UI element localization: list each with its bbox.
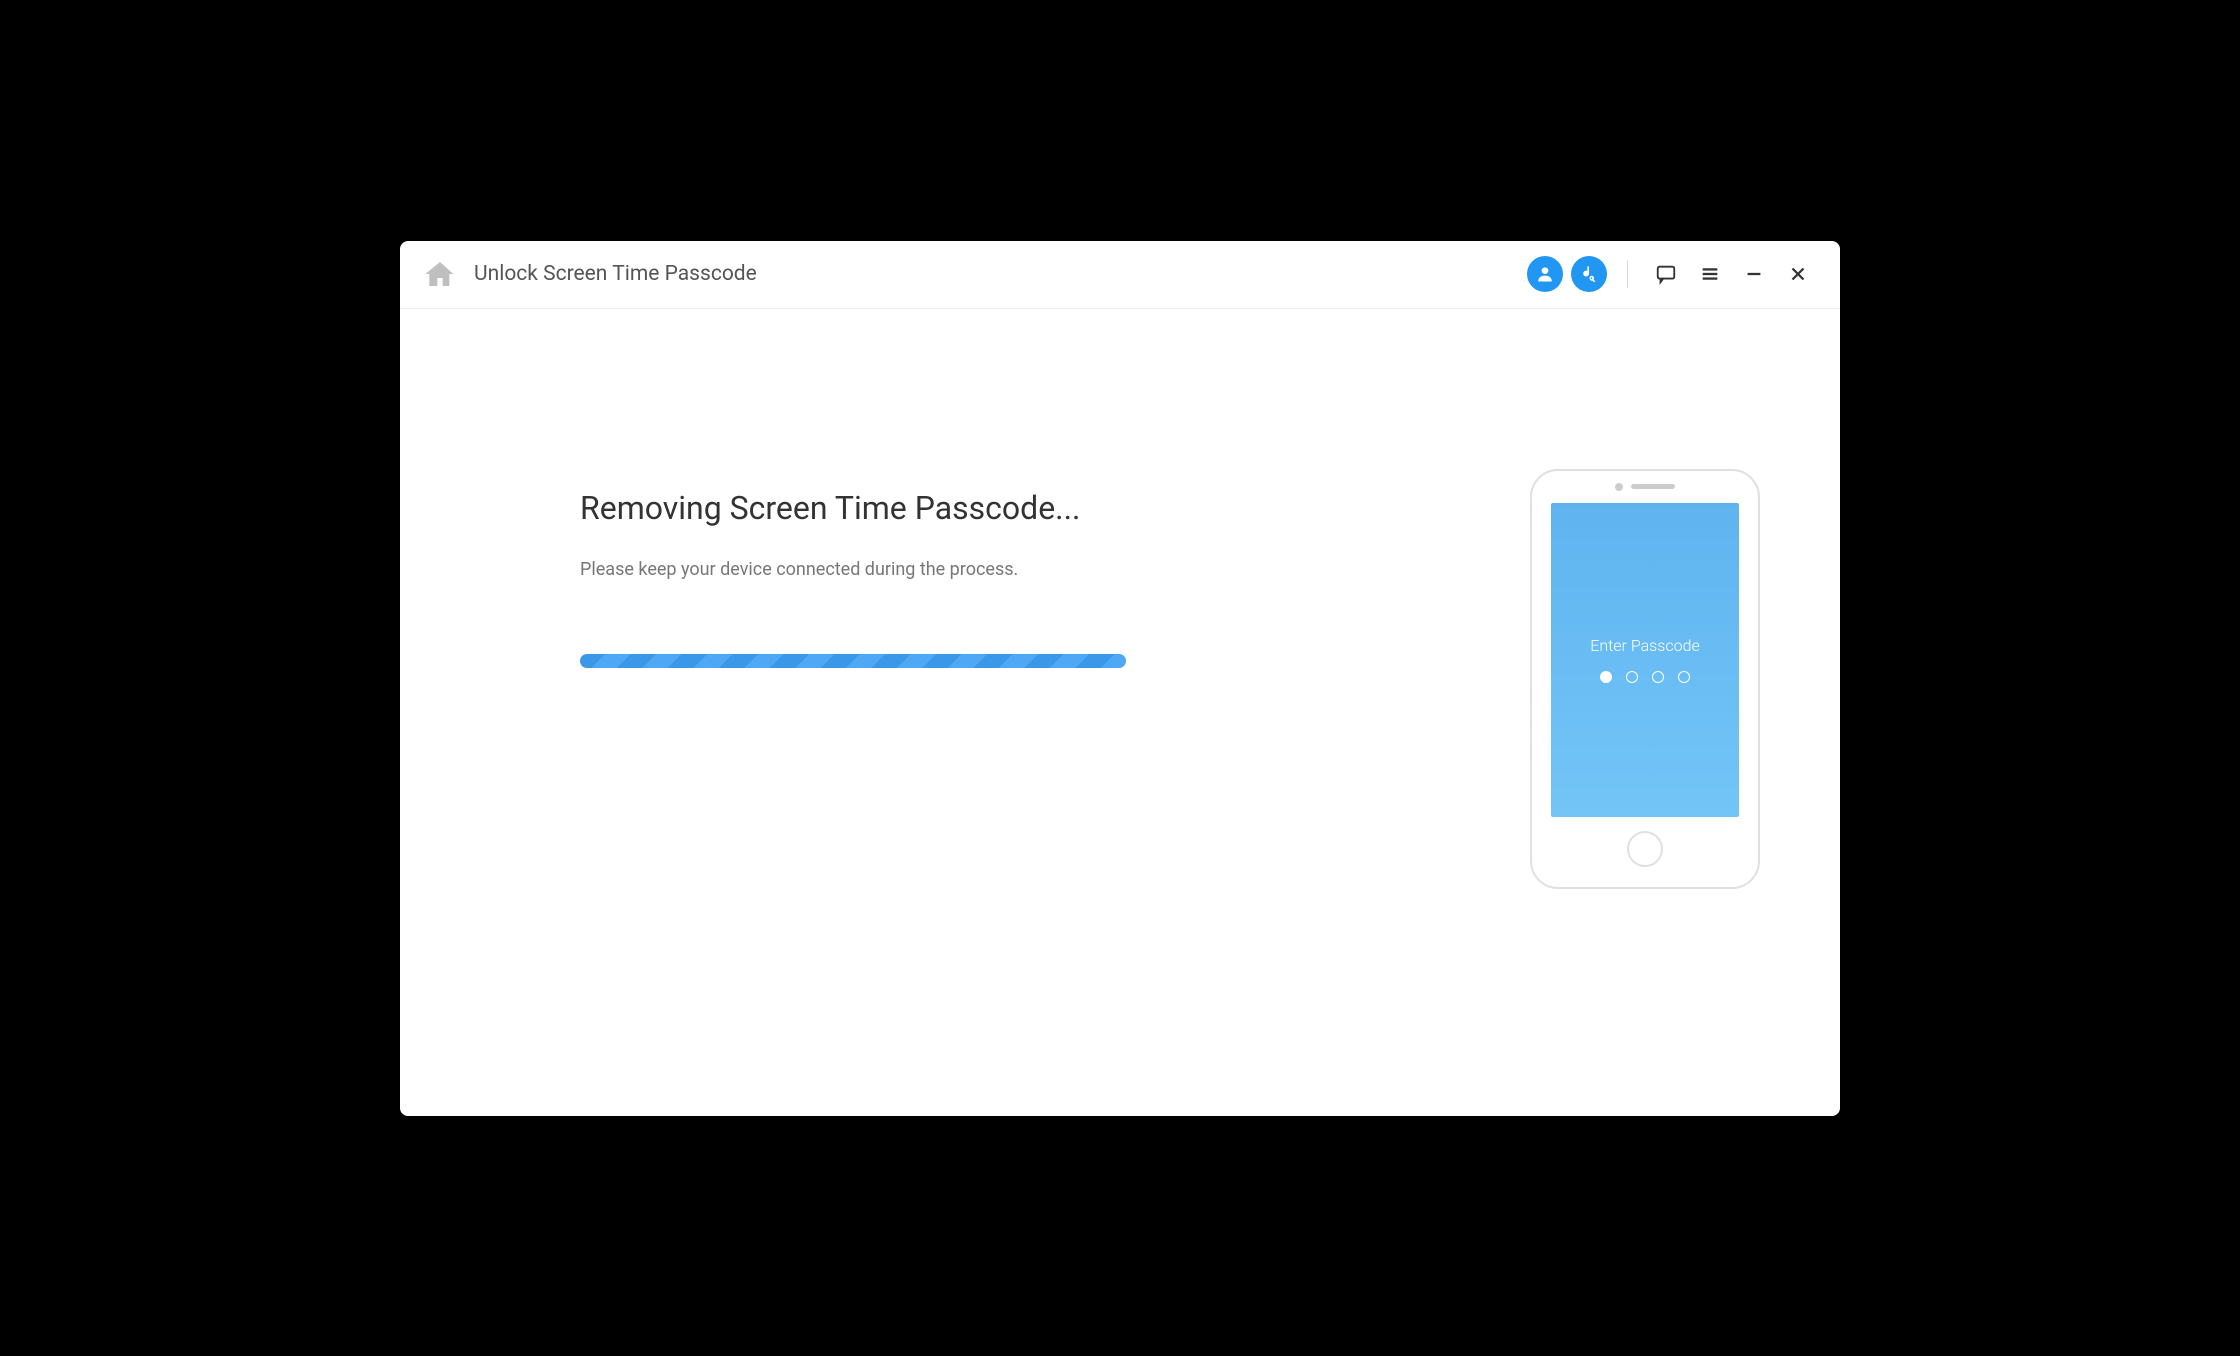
titlebar-actions	[1527, 256, 1816, 292]
passcode-dot	[1652, 671, 1664, 683]
music-search-button[interactable]	[1571, 256, 1607, 292]
phone-illustration: Enter Passcode	[1530, 469, 1760, 889]
passcode-dots	[1600, 671, 1690, 683]
menu-icon[interactable]	[1692, 256, 1728, 292]
feedback-icon[interactable]	[1648, 256, 1684, 292]
home-icon[interactable]	[424, 258, 456, 290]
phone-home-button-icon	[1627, 831, 1663, 867]
heading: Removing Screen Time Passcode...	[580, 489, 1450, 527]
progress-section: Removing Screen Time Passcode... Please …	[580, 369, 1450, 668]
passcode-dot-filled	[1600, 671, 1612, 683]
app-window: Unlock Screen Time Passcode	[400, 241, 1840, 1116]
page-title: Unlock Screen Time Passcode	[474, 262, 1527, 286]
phone-speaker-icon	[1631, 484, 1675, 489]
passcode-dot	[1626, 671, 1638, 683]
account-button[interactable]	[1527, 256, 1563, 292]
subtext: Please keep your device connected during…	[580, 559, 1450, 580]
divider	[1627, 260, 1628, 288]
main-content: Removing Screen Time Passcode... Please …	[400, 309, 1840, 1116]
phone-camera-icon	[1615, 483, 1623, 491]
phone-top	[1615, 483, 1675, 491]
minimize-button[interactable]	[1736, 256, 1772, 292]
titlebar: Unlock Screen Time Passcode	[400, 241, 1840, 309]
progress-bar	[580, 654, 1126, 668]
passcode-dot	[1678, 671, 1690, 683]
passcode-label: Enter Passcode	[1590, 636, 1700, 655]
close-button[interactable]	[1780, 256, 1816, 292]
phone-screen: Enter Passcode	[1551, 503, 1739, 817]
